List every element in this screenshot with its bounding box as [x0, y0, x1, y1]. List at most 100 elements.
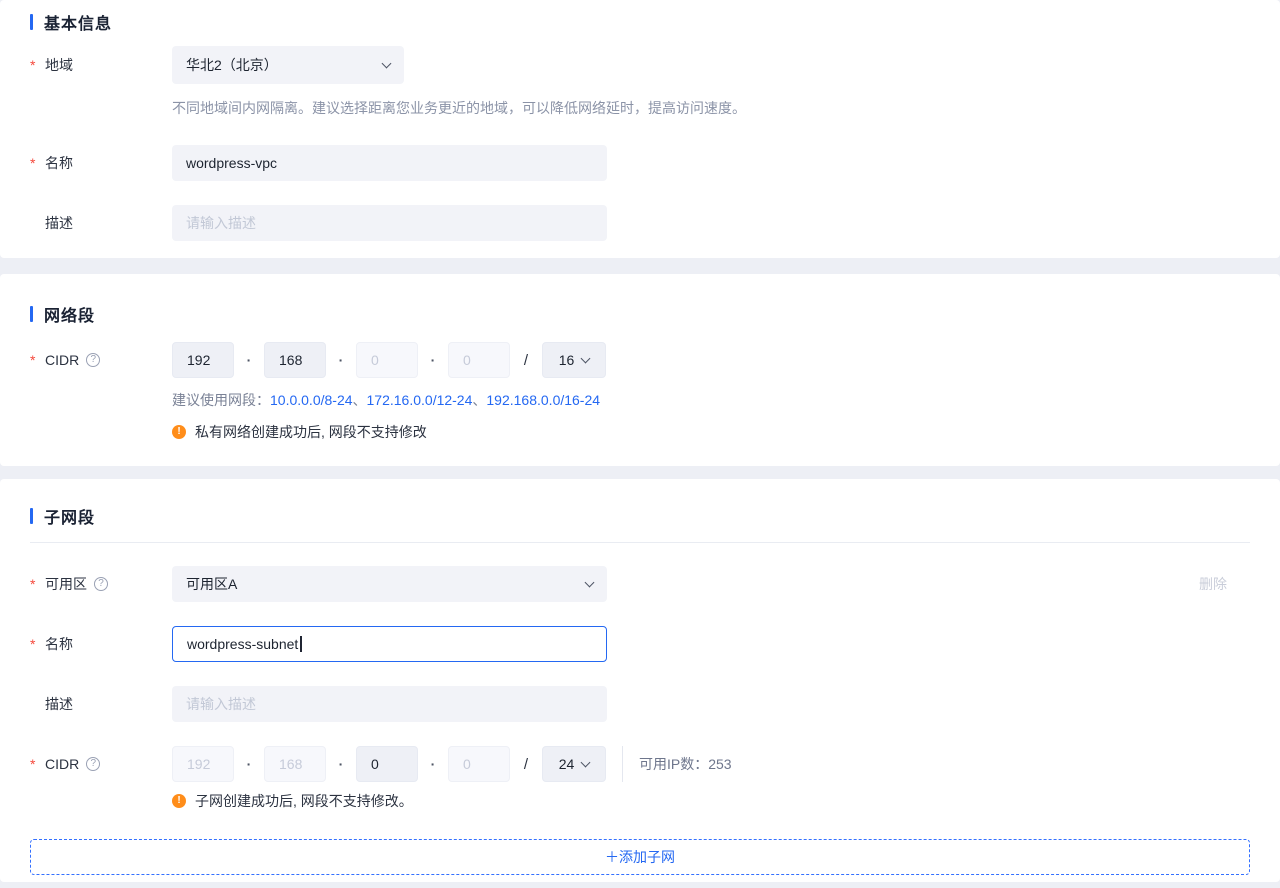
region-row: * 地域 华北2（北京）	[30, 46, 1250, 84]
cidr-dot-separator: ·	[338, 352, 344, 368]
section-divider	[30, 542, 1250, 543]
octet-value: 192	[187, 756, 211, 772]
warning-text: 私有网络创建成功后, 网段不支持修改	[195, 424, 427, 440]
region-select[interactable]: 华北2（北京）	[172, 46, 404, 84]
question-mark-icon[interactable]: ?	[86, 353, 101, 367]
cidr-dot-separator: ·	[338, 756, 344, 772]
octet-value: 0	[371, 352, 379, 368]
zone-select-value: 可用区A	[186, 576, 238, 592]
basic-info-title: 基本信息	[30, 12, 1250, 33]
suggestion-separator: 、	[472, 392, 487, 408]
octet-value: 192	[187, 352, 211, 368]
subnet-cidr-warning: ! 子网创建成功后, 网段不支持修改。	[172, 791, 1250, 811]
add-subnet-label: ＋添加子网	[605, 849, 675, 865]
chevron-down-icon	[580, 353, 591, 363]
cidr-suggestion-line: 建议使用网段：10.0.0.0/8-24、172.16.0.0/12-24、19…	[172, 390, 1250, 410]
subnet-cidr-label-cell: * CIDR ?	[30, 756, 172, 772]
section-title-text: 基本信息	[44, 16, 113, 33]
subnet-name-label: 名称	[45, 636, 73, 652]
subnet-cidr-label: CIDR	[45, 756, 80, 772]
vpc-description-input[interactable]: 请输入描述	[172, 205, 607, 241]
subnet-name-row: * 名称 wordpress-subnet	[30, 626, 1250, 662]
subnet-cidr-octet-2-input[interactable]: 168	[264, 746, 326, 782]
subnet-cidr-octet-1-input[interactable]: 192	[172, 746, 234, 782]
region-help-text: 不同地域间内网隔离。建议选择距离您业务更近的地域，可以降低网络延时，提高访问速度…	[172, 100, 746, 116]
available-ip-count: 253	[708, 756, 732, 772]
section-title-text: 子网段	[44, 510, 96, 527]
cidr-dot-separator: ·	[430, 352, 436, 368]
subnet-cidr-octet-3-input[interactable]: 0	[356, 746, 418, 782]
suggestion-link-3[interactable]: 192.168.0.0/16-24	[486, 392, 600, 408]
zone-row: * 可用区 ? 可用区A 删除	[30, 566, 1250, 602]
chevron-down-icon	[584, 577, 595, 587]
vpc-name-label: 名称	[45, 155, 73, 171]
required-mark: *	[30, 57, 36, 73]
vpc-description-label: 描述	[45, 215, 73, 231]
subnet-cidr-row: * CIDR ? 192 · 168 · 0 · 0 / 24 可用IP数： 2…	[30, 746, 1250, 782]
suggestion-separator: 、	[352, 392, 367, 408]
vpc-cidr-warning: ! 私有网络创建成功后, 网段不支持修改	[172, 422, 1250, 442]
subnet-segment-title: 子网段	[30, 506, 1250, 527]
vpc-name-label-cell: * 名称	[30, 153, 172, 173]
delete-subnet-button[interactable]: 删除	[1199, 574, 1227, 594]
title-accent-bar	[30, 14, 33, 30]
subnet-name-input[interactable]: wordpress-subnet	[172, 626, 607, 662]
warning-icon: !	[172, 425, 186, 439]
question-mark-icon[interactable]: ?	[86, 757, 101, 771]
subnet-description-label-cell: * 描述	[30, 694, 172, 714]
network-segment-title: 网络段	[30, 304, 1250, 325]
zone-label-cell: * 可用区 ?	[30, 574, 172, 594]
vpc-name-value: wordpress-vpc	[186, 155, 278, 171]
warning-text: 子网创建成功后, 网段不支持修改。	[195, 793, 413, 809]
subnet-cidr-mask-select[interactable]: 24	[542, 746, 606, 782]
octet-value: 168	[279, 352, 303, 368]
octet-value: 0	[463, 756, 471, 772]
required-mark: *	[30, 352, 36, 368]
required-mark: *	[30, 576, 36, 592]
vpc-cidr-group: 192 · 168 · 0 · 0 / 16	[172, 342, 606, 378]
available-ip-label: 可用IP数：	[639, 756, 709, 772]
subnet-description-label: 描述	[45, 696, 73, 712]
vpc-cidr-label: CIDR	[45, 352, 80, 368]
available-ip-info: 可用IP数： 253	[622, 746, 732, 782]
required-mark: *	[30, 155, 36, 171]
vpc-description-label-cell: * 描述	[30, 213, 172, 233]
question-mark-icon[interactable]: ?	[94, 577, 108, 591]
vpc-name-row: * 名称 wordpress-vpc	[30, 145, 1250, 181]
suggestion-prefix: 建议使用网段：	[172, 392, 270, 408]
vpc-cidr-octet-4-input[interactable]: 0	[448, 342, 510, 378]
title-accent-bar	[30, 508, 33, 524]
vpc-description-placeholder: 请输入描述	[186, 215, 256, 231]
warning-icon: !	[172, 794, 186, 808]
vpc-cidr-label-cell: * CIDR ?	[30, 352, 172, 368]
text-cursor	[300, 636, 302, 652]
suggestion-link-2[interactable]: 172.16.0.0/12-24	[367, 392, 473, 408]
vpc-cidr-octet-3-input[interactable]: 0	[356, 342, 418, 378]
vpc-description-row: * 描述 请输入描述	[30, 205, 1250, 241]
mask-value: 16	[558, 352, 575, 368]
cidr-slash-separator: /	[523, 351, 529, 369]
required-mark: *	[30, 636, 36, 652]
octet-value: 0	[371, 756, 379, 772]
zone-select[interactable]: 可用区A	[172, 566, 607, 602]
octet-value: 168	[279, 756, 303, 772]
title-accent-bar	[30, 306, 33, 322]
add-subnet-button[interactable]: ＋添加子网	[30, 839, 1250, 875]
suggestion-link-1[interactable]: 10.0.0.0/8-24	[270, 392, 353, 408]
subnet-cidr-octet-4-input[interactable]: 0	[448, 746, 510, 782]
octet-value: 0	[463, 352, 471, 368]
subnet-description-input[interactable]: 请输入描述	[172, 686, 607, 722]
subnet-description-placeholder: 请输入描述	[186, 696, 256, 712]
subnet-description-row: * 描述 请输入描述	[30, 686, 1250, 722]
cidr-dot-separator: ·	[246, 756, 252, 772]
mask-value: 24	[558, 756, 575, 772]
vpc-cidr-octet-2-input[interactable]: 168	[264, 342, 326, 378]
vpc-cidr-octet-1-input[interactable]: 192	[172, 342, 234, 378]
vpc-name-input[interactable]: wordpress-vpc	[172, 145, 607, 181]
subnet-segment-section: 子网段 * 可用区 ? 可用区A 删除 * 名称 wordpress-subne…	[0, 479, 1280, 882]
required-mark: *	[30, 756, 36, 772]
subnet-name-label-cell: * 名称	[30, 634, 172, 654]
vpc-cidr-mask-select[interactable]: 16	[542, 342, 606, 378]
region-label: 地域	[45, 57, 73, 73]
zone-label: 可用区	[45, 576, 87, 592]
